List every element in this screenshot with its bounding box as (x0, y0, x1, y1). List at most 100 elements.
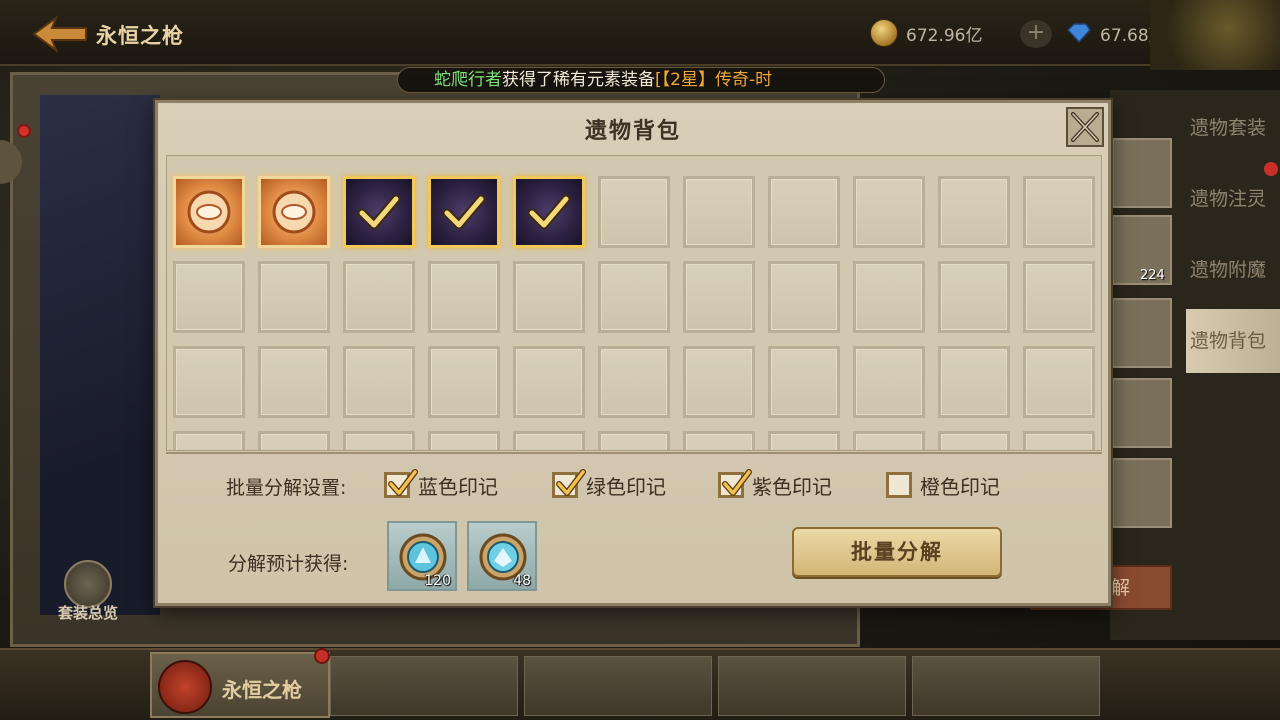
gold-amount: 672.96亿 (906, 25, 983, 46)
green-mark-option[interactable]: 绿色印记 (552, 469, 666, 501)
inventory-slot[interactable] (343, 346, 415, 418)
set-overview-icon (64, 560, 112, 608)
batch-settings-label: 批量分解设置: (226, 477, 347, 499)
inventory-slot[interactable] (428, 261, 500, 333)
reward-item[interactable]: 120 (387, 521, 457, 591)
notification-dot (17, 124, 31, 138)
tab-notification-dot (1264, 162, 1278, 176)
reward-count: 120 (424, 573, 451, 589)
relic-item-slot[interactable] (343, 176, 415, 248)
section-divider (166, 452, 1102, 454)
add-gold-button[interactable]: + (1020, 20, 1052, 48)
bottom-notification-dot (314, 648, 330, 664)
inventory-slot[interactable] (343, 261, 415, 333)
inventory-slot[interactable] (598, 431, 670, 450)
relic-scene-backdrop (40, 95, 160, 615)
check-icon (527, 194, 571, 230)
inventory-slot[interactable] (853, 261, 925, 333)
inventory-slot[interactable] (768, 346, 840, 418)
blue-mark-checkbox[interactable] (384, 469, 418, 498)
inventory-slot[interactable] (1023, 431, 1095, 450)
relic-inventory-grid (166, 155, 1102, 451)
back-button[interactable] (30, 14, 90, 54)
inventory-slot[interactable] (938, 431, 1010, 450)
tab-relic-enchant[interactable]: 遗物附魔 (1186, 238, 1280, 302)
inventory-slot[interactable] (513, 431, 585, 450)
inventory-slot[interactable] (258, 431, 330, 450)
system-announcement: 蛇爬行者获得了稀有元素装备[【2星】传奇-时 (397, 67, 885, 93)
tab-relic-set[interactable]: 遗物套装 (1186, 96, 1280, 160)
inventory-slot[interactable] (598, 346, 670, 418)
inventory-slot[interactable] (938, 176, 1010, 248)
purple-mark-option[interactable]: 紫色印记 (718, 469, 832, 501)
orange-mark-checkbox[interactable] (886, 472, 912, 498)
reward-item[interactable]: 48 (467, 521, 537, 591)
bottom-nav-eternal-spear[interactable]: 永恒之枪 (150, 652, 330, 718)
bottom-nav-slot[interactable] (524, 656, 712, 716)
inventory-slot[interactable] (683, 431, 755, 450)
inventory-slot[interactable] (258, 261, 330, 333)
top-bar: 永恒之枪 672.96亿 + 67.68万 (0, 0, 1280, 70)
inventory-slot[interactable] (1023, 346, 1095, 418)
page-title: 永恒之枪 (96, 24, 184, 48)
green-mark-checkbox[interactable] (552, 469, 586, 498)
expected-rewards-label: 分解预计获得: (228, 553, 349, 575)
inventory-slot[interactable] (173, 346, 245, 418)
right-relic-slot[interactable] (1112, 458, 1172, 528)
spartan-helmet-icon (158, 660, 212, 714)
inventory-slot[interactable] (853, 176, 925, 248)
batch-decompose-button[interactable]: 批量分解 (792, 527, 1002, 577)
relic-emblem-icon (187, 190, 231, 234)
inventory-slot[interactable] (683, 261, 755, 333)
relic-item-slot[interactable] (258, 176, 330, 248)
minimap[interactable] (1150, 0, 1280, 70)
right-relic-slot[interactable] (1112, 298, 1172, 368)
purple-mark-label: 紫色印记 (752, 474, 832, 499)
set-overview-button[interactable]: 套装总览 (50, 560, 126, 630)
close-icon (1071, 112, 1099, 142)
checkmark-icon (722, 469, 752, 496)
orange-mark-option[interactable]: 橙色印记 (886, 469, 1000, 501)
inventory-slot[interactable] (1023, 261, 1095, 333)
inventory-slot[interactable] (768, 261, 840, 333)
announcement-player[interactable]: 蛇爬行者 (434, 70, 502, 90)
inventory-slot[interactable] (513, 261, 585, 333)
blue-mark-option[interactable]: 蓝色印记 (384, 469, 498, 501)
inventory-slot[interactable] (173, 261, 245, 333)
inventory-slot[interactable] (683, 176, 755, 248)
close-button[interactable] (1066, 107, 1104, 147)
inventory-slot[interactable] (598, 176, 670, 248)
right-item-count: 224 (1140, 268, 1165, 283)
check-icon (357, 194, 401, 230)
inventory-slot[interactable] (938, 261, 1010, 333)
inventory-slot[interactable] (768, 176, 840, 248)
inventory-slot[interactable] (1023, 176, 1095, 248)
announcement-message: 获得了稀有元素装备 (502, 70, 655, 90)
relic-item-slot[interactable] (173, 176, 245, 248)
announcement-item[interactable]: [【2星】传奇-时 (655, 70, 772, 90)
purple-mark-checkbox[interactable] (718, 469, 752, 498)
inventory-slot[interactable] (428, 346, 500, 418)
relic-item-slot[interactable] (513, 176, 585, 248)
inventory-slot[interactable] (853, 431, 925, 450)
inventory-slot[interactable] (513, 346, 585, 418)
relic-item-slot[interactable] (428, 176, 500, 248)
bottom-nav-slot[interactable] (330, 656, 518, 716)
check-icon (442, 194, 486, 230)
gold-coin-icon (870, 19, 898, 47)
inventory-slot[interactable] (598, 261, 670, 333)
inventory-slot[interactable] (938, 346, 1010, 418)
inventory-slot[interactable] (853, 346, 925, 418)
bottom-nav-slot[interactable] (912, 656, 1100, 716)
tab-relic-infuse[interactable]: 遗物注灵 (1186, 167, 1280, 231)
inventory-slot[interactable] (343, 431, 415, 450)
inventory-slot[interactable] (683, 346, 755, 418)
bottom-nav-slot[interactable] (718, 656, 906, 716)
tab-relic-bag[interactable]: 遗物背包 (1186, 309, 1280, 373)
inventory-slot[interactable] (258, 346, 330, 418)
right-relic-slot[interactable] (1112, 378, 1172, 448)
inventory-slot[interactable] (428, 431, 500, 450)
inventory-slot[interactable] (173, 431, 245, 450)
inventory-slot[interactable] (768, 431, 840, 450)
right-relic-slot[interactable] (1112, 138, 1172, 208)
